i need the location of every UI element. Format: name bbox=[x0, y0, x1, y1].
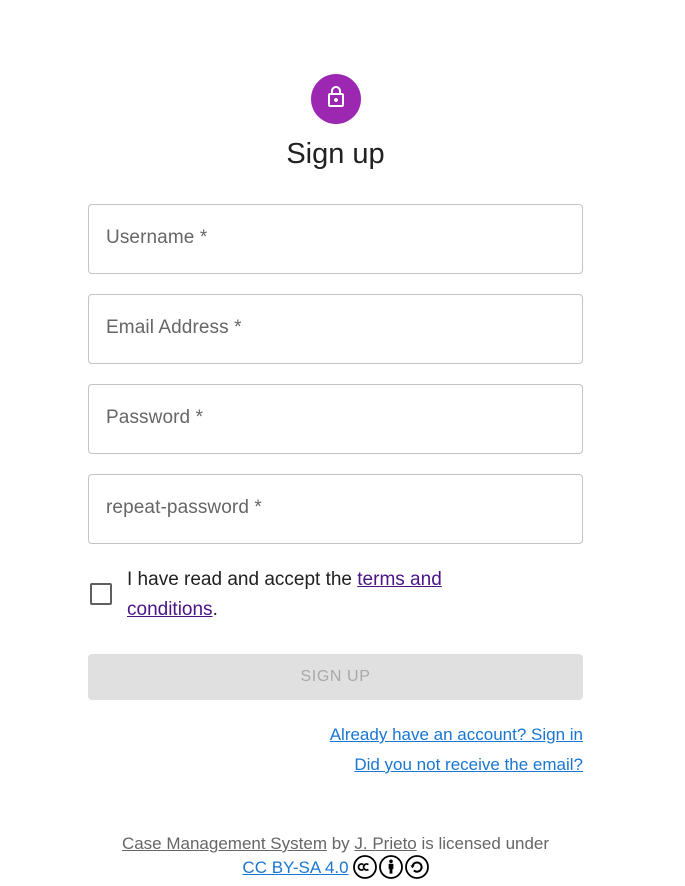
resend-email-link[interactable]: Did you not receive the email? bbox=[354, 755, 583, 775]
terms-prefix: I have read and accept the bbox=[127, 569, 358, 590]
email-input[interactable] bbox=[89, 295, 582, 363]
footer-by: by bbox=[326, 834, 355, 853]
sign-up-button[interactable]: SIGN UP bbox=[88, 654, 583, 700]
cc-icon bbox=[352, 854, 377, 879]
work-title-link[interactable]: Case Management System bbox=[122, 834, 327, 853]
license-footer: Case Management System by J. Prieto is l… bbox=[0, 832, 671, 881]
email-field[interactable]: Email Address * bbox=[88, 294, 583, 364]
footer-licensed-text: is licensed under bbox=[416, 834, 550, 853]
password-field[interactable]: Password * bbox=[88, 384, 583, 454]
username-field[interactable]: Username * bbox=[88, 204, 583, 274]
sign-in-link[interactable]: Already have an account? Sign in bbox=[330, 725, 583, 745]
username-input[interactable] bbox=[89, 205, 582, 273]
share-alike-icon bbox=[404, 854, 429, 879]
attribution-icon bbox=[378, 854, 403, 879]
terms-text: I have read and accept the terms and con… bbox=[127, 565, 487, 625]
repeat-password-field[interactable]: repeat-password * bbox=[88, 474, 583, 544]
lock-icon bbox=[324, 85, 348, 114]
password-input[interactable] bbox=[89, 385, 582, 453]
license-link[interactable]: CC BY-SA 4.0 bbox=[242, 858, 348, 877]
terms-checkbox[interactable] bbox=[90, 583, 112, 605]
page-title: Sign up bbox=[286, 138, 385, 170]
repeat-password-input[interactable] bbox=[89, 475, 582, 543]
author-link[interactable]: J. Prieto bbox=[354, 834, 416, 853]
lock-avatar bbox=[311, 74, 361, 124]
terms-suffix: . bbox=[212, 599, 218, 620]
license-icons bbox=[352, 854, 429, 879]
